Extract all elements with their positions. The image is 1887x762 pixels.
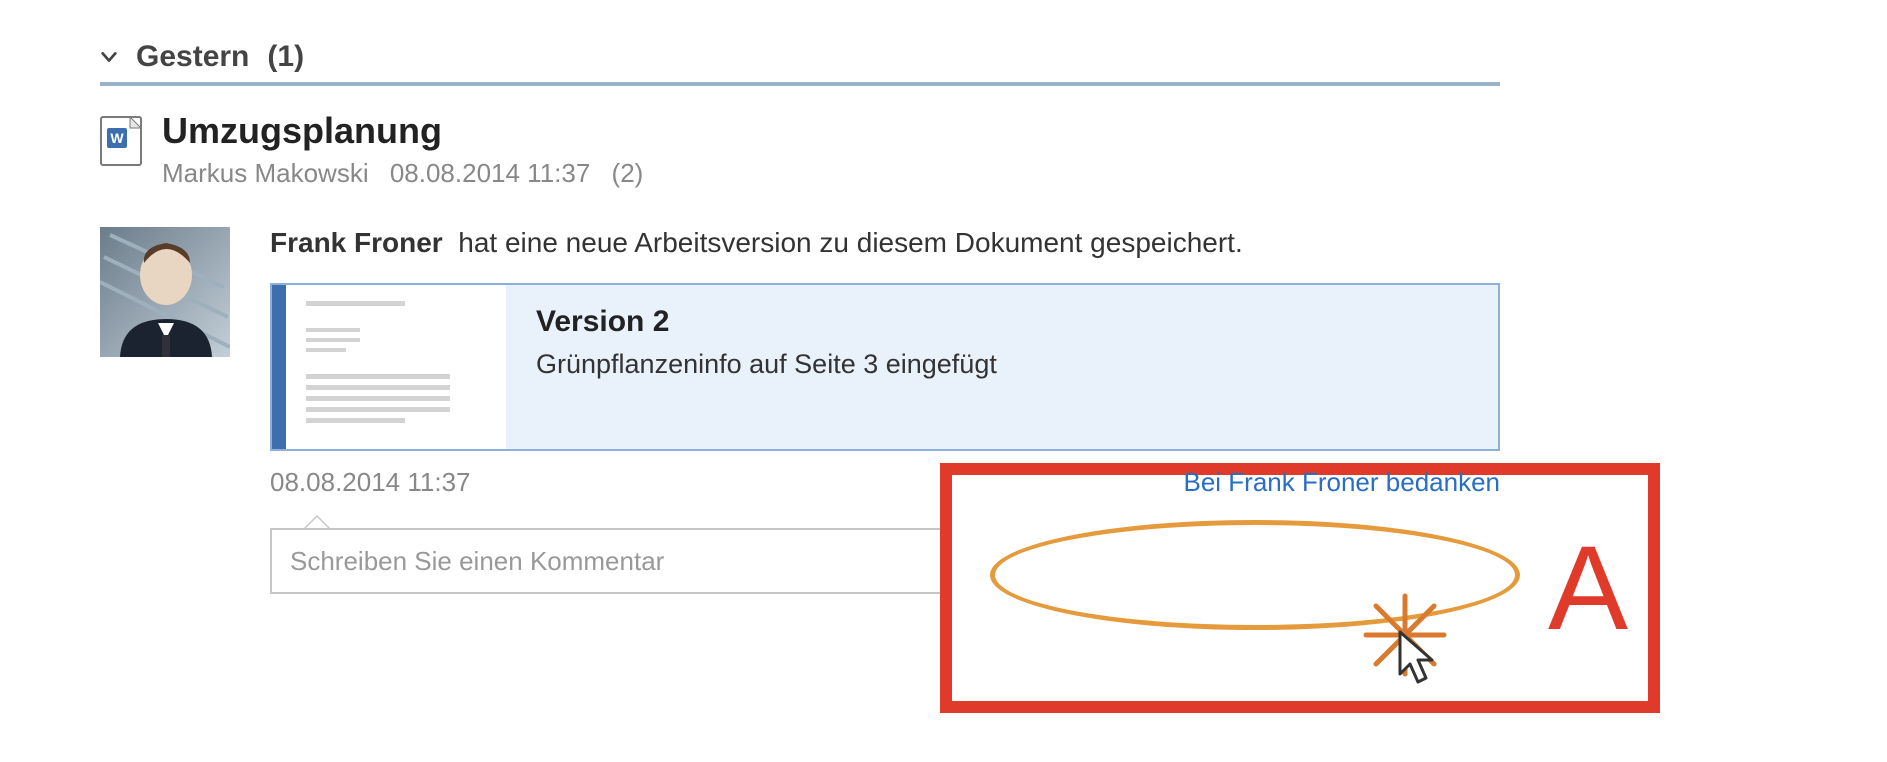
entry-count: (2)	[612, 158, 644, 188]
activity-action: hat eine neue Arbeitsversion zu diesem D…	[458, 227, 1242, 258]
version-description: Grünpflanzeninfo auf Seite 3 eingefügt	[536, 349, 997, 380]
group-header[interactable]: Gestern (1)	[100, 40, 1500, 86]
activity-row: Frank Froner hat eine neue Arbeitsversio…	[100, 227, 1500, 594]
group-count: (1)	[267, 40, 304, 74]
entry-timestamp: 08.08.2014 11:37	[390, 158, 590, 188]
avatar	[100, 227, 230, 357]
entry-author: Markus Makowski	[162, 158, 369, 188]
document-thumbnail	[286, 285, 506, 449]
version-card[interactable]: Version 2 Grünpflanzeninfo auf Seite 3 e…	[270, 283, 1500, 451]
entry-meta: Markus Makowski 08.08.2014 11:37 (2)	[162, 158, 657, 189]
activity-timestamp: 08.08.2014 11:37	[270, 467, 470, 498]
cursor-icon	[1398, 630, 1442, 686]
group-label: Gestern	[136, 40, 249, 74]
chevron-down-icon	[100, 48, 118, 66]
comment-input[interactable]	[270, 528, 1500, 594]
svg-text:W: W	[110, 130, 124, 146]
activity-text: Frank Froner hat eine neue Arbeitsversio…	[270, 227, 1500, 259]
click-burst-icon	[1360, 590, 1450, 680]
entry-title[interactable]: Umzugsplanung	[162, 110, 657, 152]
word-document-icon: W	[100, 116, 142, 166]
activity-actor: Frank Froner	[270, 227, 443, 258]
comment-tail-icon	[304, 515, 330, 528]
comment-box	[270, 528, 1500, 594]
thank-link[interactable]: Bei Frank Froner bedanken	[1183, 467, 1500, 498]
version-stripe	[272, 285, 286, 449]
entry-header: W Umzugsplanung Markus Makowski 08.08.20…	[100, 110, 1500, 189]
version-title: Version 2	[536, 305, 997, 339]
annotation-label: A	[1548, 528, 1628, 648]
